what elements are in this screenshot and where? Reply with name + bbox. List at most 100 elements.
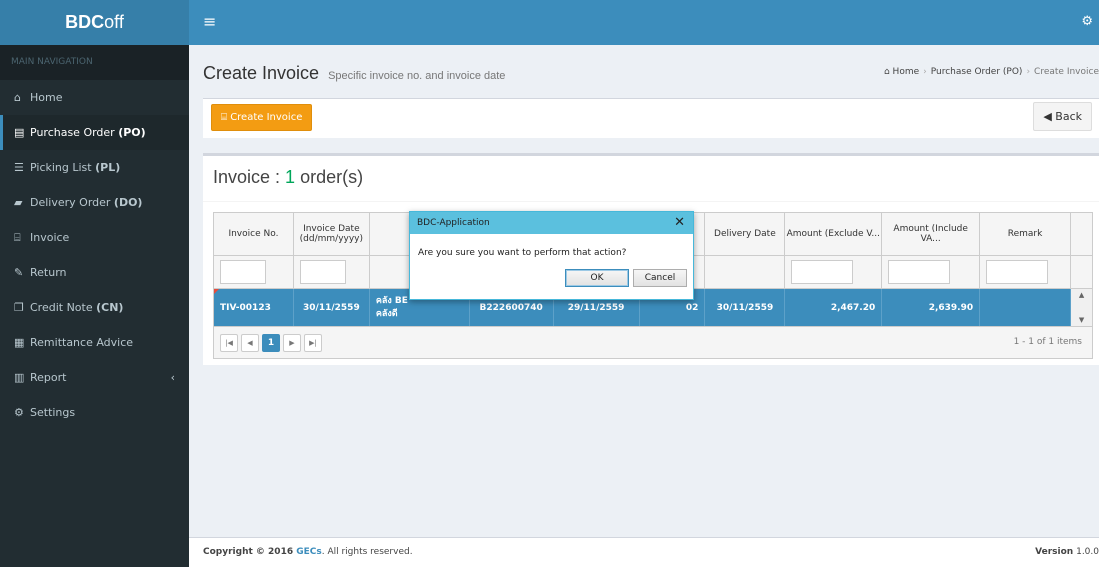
filter-remark[interactable] [986,260,1049,284]
company-link[interactable]: GECs [296,547,322,557]
sidebar-item-abbr: (PL) [95,161,121,174]
copyright-text: Copyright © 2016 [203,547,297,557]
brand-logo[interactable]: BDCoff [0,0,189,45]
page-1-button[interactable]: 1 [262,333,280,352]
breadcrumb-current: Create Invoice [1034,67,1099,77]
scroll-up-icon[interactable]: ▲ [1079,291,1084,299]
sidebar-item-remittance-advice[interactable]: ▦ Remittance Advice [0,325,189,360]
brand-rest: off [104,12,124,32]
column-header-invoice-date[interactable]: Invoice Date (dd/mm/yyyy) [294,213,370,255]
breadcrumb: ⌂ Home › Purchase Order (PO) › Create Invoic… [883,67,1099,77]
sidebar-bottom [0,447,189,567]
pager: |◀ ◀ 1 ▶ ▶| 1 - 1 of 1 items [214,327,1092,358]
order-count: 1 [285,167,296,187]
page-title-text: Create Invoice [203,63,320,83]
home-icon: ⌂ [883,67,890,77]
column-header-amount-ex[interactable]: Amount (Exclude V... [785,213,883,255]
page-title: Create Invoice Specific invoice no. and … [203,63,505,84]
dialog-header[interactable]: BDC-Application ✕ [410,212,693,234]
file-icon: ▤ [14,126,25,139]
column-header-delivery-date[interactable]: Delivery Date [705,213,786,255]
dialog-title: BDC-Application [417,218,490,228]
back-button[interactable]: ◀ Back [1033,102,1092,131]
cell-amount-inc[interactable]: 2,639.90 [882,289,981,326]
sidebar-item-delivery-order[interactable]: ▰ Delivery Order (DO) [0,185,189,220]
cell-remark[interactable] [980,289,1072,326]
next-page-button[interactable]: ▶ [283,333,301,352]
cancel-button[interactable]: Cancel [633,269,687,287]
create-invoice-label: Create Invoice [230,112,303,123]
version-text: Version 1.0.0 [1035,538,1099,567]
first-page-button[interactable]: |◀ [220,333,238,352]
column-header-invoice-no[interactable]: Invoice No. [214,213,294,255]
pager-info: 1 - 1 of 1 items [1013,337,1082,347]
sidebar-item-label: Invoice [30,231,70,244]
column-header-remark[interactable]: Remark [980,213,1072,255]
create-invoice-button[interactable]: ⌸ Create Invoice [211,104,313,131]
cell-invoice-no[interactable]: TIV-00123 [214,289,294,326]
hamburger-icon[interactable]: ≡ [203,14,216,30]
chevron-left-icon: ‹ [170,371,175,384]
sidebar-item-invoice[interactable]: ⌸ Invoice [0,220,189,255]
filter-amount-ex[interactable] [791,260,854,284]
sidebar-item-abbr: (CN) [96,301,124,314]
list-icon: ☰ [14,161,24,174]
sidebar-item-label: Home [30,91,63,104]
footer: Copyright © 2016 GECs. All rights reserv… [189,537,1099,567]
sidebar-item-abbr: (PO) [118,126,146,139]
page-subtitle: Specific invoice no. and invoice date [328,70,506,82]
brand-strong: BDC [65,12,105,32]
filter-invoice-no[interactable] [220,260,266,284]
prev-page-button[interactable]: ◀ [241,333,259,352]
toolbar: ⌸ Create Invoice ◀ Back [203,98,1099,138]
cell-invoice-date[interactable]: 30/11/2559 [294,289,370,326]
rights-text: . All rights reserved. [321,547,413,557]
sidebar-item-return[interactable]: ✎ Return [0,255,189,290]
sidebar-item-label: Credit Note [30,301,93,314]
breadcrumb-home[interactable]: Home [893,67,920,77]
scrollbar-header [1071,213,1092,255]
sidebar-item-label: Return [30,266,67,279]
panel-title: Invoice : 1 order(s) [213,167,363,188]
column-header-amount-inc[interactable]: Amount (Include VA... [882,213,981,255]
sidebar-header: MAIN NAVIGATION [0,45,189,80]
panel-title-prefix: Invoice : [213,167,286,187]
home-icon: ⌂ [14,91,21,104]
dirty-flag-icon [214,289,219,294]
breadcrumb-parent[interactable]: Purchase Order (PO) [931,67,1023,77]
gears-icon[interactable]: ⚙ [1081,14,1093,29]
truck-icon: ▰ [14,196,23,209]
sidebar-item-purchase-order[interactable]: ▤ Purchase Order (PO) [0,115,189,150]
sidebar-item-settings[interactable]: ⚙ Settings [0,395,189,430]
sidebar-item-label: Remittance Advice [30,336,134,349]
edit-icon: ✎ [14,266,24,279]
calendar-icon: ▦ [14,336,25,349]
last-page-button[interactable]: ▶| [304,333,322,352]
sidebar-item-label: Report [30,371,67,384]
sidebar: MAIN NAVIGATION ⌂ Home ▤ Purchase Order (P… [0,45,189,447]
sidebar-item-label: Purchase Order [30,126,115,139]
sidebar-item-abbr: (DO) [113,196,143,209]
vertical-scrollbar[interactable]: ▲ ▼ [1071,289,1092,326]
sidebar-item-picking-list[interactable]: ☰ Picking List (PL) [0,150,189,185]
scroll-down-icon[interactable]: ▼ [1079,316,1084,324]
bar-chart-icon: ▥ [14,371,25,384]
confirm-dialog: BDC-Application ✕ Are you sure you want … [409,211,694,300]
sidebar-item-label: Settings [30,406,76,419]
cell-amount-ex[interactable]: 2,467.20 [785,289,883,326]
back-circle-icon: ◀ [1043,110,1052,123]
sidebar-item-home[interactable]: ⌂ Home [0,80,189,115]
close-icon[interactable]: ✕ [674,212,685,234]
copy-icon: ❐ [14,301,24,314]
cell-delivery-date[interactable]: 30/11/2559 [705,289,786,326]
gears-icon: ⚙ [14,406,24,419]
top-navbar: ≡ ⚙ [189,0,1099,45]
ok-button[interactable]: OK [565,269,629,287]
filter-invoice-date[interactable] [299,260,346,284]
version-number: 1.0.0 [1076,547,1099,557]
dialog-message: Are you sure you want to perform that ac… [418,248,627,258]
bank-icon: ⌸ [221,112,227,123]
filter-amount-inc[interactable] [888,260,951,284]
sidebar-item-report[interactable]: ▥ Report ‹ [0,360,189,395]
sidebar-item-credit-note[interactable]: ❐ Credit Note (CN) [0,290,189,325]
